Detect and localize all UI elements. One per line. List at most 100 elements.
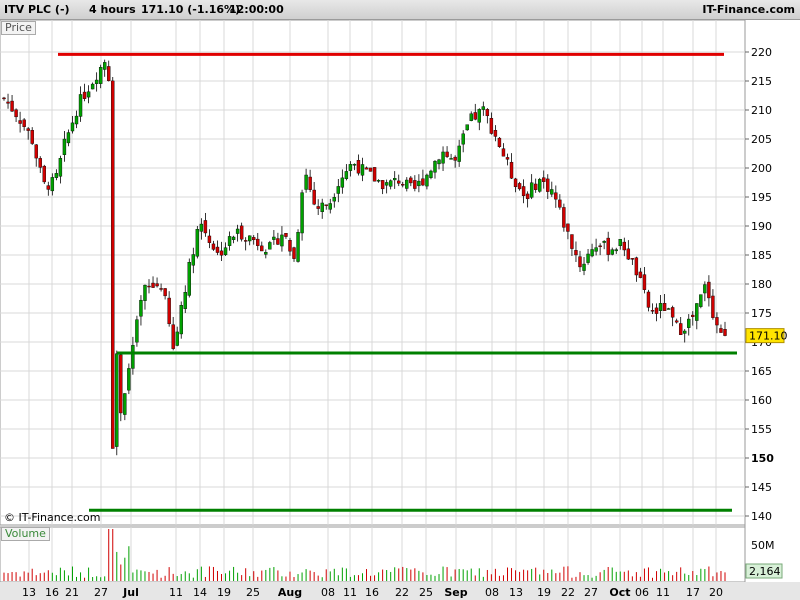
candle-body (401, 184, 405, 186)
y-tick-label: 220 (751, 46, 772, 59)
candle-body (683, 330, 687, 334)
x-tick-label: 13 (509, 586, 523, 599)
candle-body (598, 245, 602, 248)
candle-body (634, 257, 639, 276)
candle-body (546, 178, 550, 192)
x-tick-label: 08 (321, 586, 335, 599)
candle-body (268, 242, 272, 250)
candle-body (695, 303, 699, 321)
candle-body (352, 163, 357, 166)
candle-body (529, 182, 534, 198)
candle-body (449, 158, 453, 160)
candle-body (344, 171, 349, 180)
candle-body (437, 159, 441, 165)
candle-body (445, 151, 449, 157)
candle-body (421, 178, 425, 186)
candle-body (497, 137, 502, 147)
candle-body (199, 223, 204, 232)
candle-body (340, 177, 345, 188)
y-tick-label: 140 (751, 510, 772, 523)
candle-body (119, 354, 123, 414)
candle-body (239, 225, 244, 240)
candle-body (606, 237, 610, 255)
candle-body (54, 173, 59, 178)
candle-body (489, 118, 494, 134)
candle-body (163, 288, 167, 297)
candle-body (175, 331, 179, 346)
candle-body (46, 185, 51, 190)
x-tick-label: 22 (561, 586, 575, 599)
candle-body (264, 252, 268, 255)
candle-body (578, 256, 582, 268)
candle-body (586, 253, 590, 263)
candle-body (131, 345, 135, 369)
candle-body (276, 238, 280, 245)
candle-body (151, 282, 155, 288)
x-tick-label: Sep (444, 586, 467, 599)
y-tick-label: 180 (751, 278, 772, 291)
candle-body (441, 151, 445, 164)
candle-body (658, 303, 663, 311)
candle-body (642, 274, 647, 290)
candle-body (550, 189, 554, 195)
volume-tick-label: 50M (751, 539, 775, 552)
candle-body (10, 100, 14, 112)
candle-body (542, 177, 546, 182)
candle-body (324, 204, 328, 206)
x-tick-label: 11 (343, 586, 357, 599)
candle-body (167, 297, 171, 325)
candle-body (143, 284, 147, 301)
candle-body (493, 130, 498, 137)
candle-body (521, 186, 526, 197)
candle-body (256, 238, 260, 246)
candle-body (115, 353, 119, 447)
candle-body (272, 236, 276, 240)
candle-body (513, 178, 518, 188)
candle-body (203, 220, 208, 234)
candle-body (533, 183, 538, 190)
candle-body (207, 235, 212, 243)
candle-body (332, 197, 336, 202)
candle-body (50, 177, 55, 192)
candle-body (300, 192, 304, 234)
candle-body (42, 165, 46, 183)
candle-body (2, 97, 6, 100)
y-tick-label: 195 (751, 191, 772, 204)
y-tick-label: 185 (751, 249, 772, 262)
y-tick-label: 145 (751, 481, 772, 494)
candle-body (26, 128, 30, 131)
candle-body (296, 232, 300, 262)
candle-body (650, 310, 655, 312)
candle-body (288, 240, 292, 252)
candle-body (191, 254, 196, 266)
candle-body (147, 285, 151, 288)
candle-body (630, 258, 635, 260)
candle-body (368, 167, 373, 172)
candle-body (123, 393, 127, 415)
x-tick-label: 20 (709, 586, 723, 599)
candle-body (425, 174, 429, 187)
y-tick-label: 210 (751, 104, 772, 117)
candle-body (384, 182, 389, 186)
candle-body (292, 247, 296, 259)
candle-body (670, 307, 675, 318)
candle-body (107, 66, 111, 81)
candle-body (336, 186, 341, 194)
candle-body (135, 319, 139, 343)
candle-body (90, 83, 95, 90)
candle-body (360, 164, 365, 176)
candle-body (22, 119, 26, 127)
y-tick-label: 175 (751, 307, 772, 320)
candle-body (187, 262, 191, 296)
x-tick-label: 17 (686, 586, 700, 599)
candle-body (372, 167, 377, 182)
candle-body (248, 235, 252, 242)
candle-body (320, 202, 324, 213)
x-tick-label: 11 (656, 586, 670, 599)
x-tick-label: Oct (609, 586, 630, 599)
candle-body (457, 145, 461, 162)
candle-body (707, 281, 711, 299)
candle-body (501, 148, 506, 157)
candle-body (477, 109, 481, 123)
candle-body (308, 176, 312, 190)
